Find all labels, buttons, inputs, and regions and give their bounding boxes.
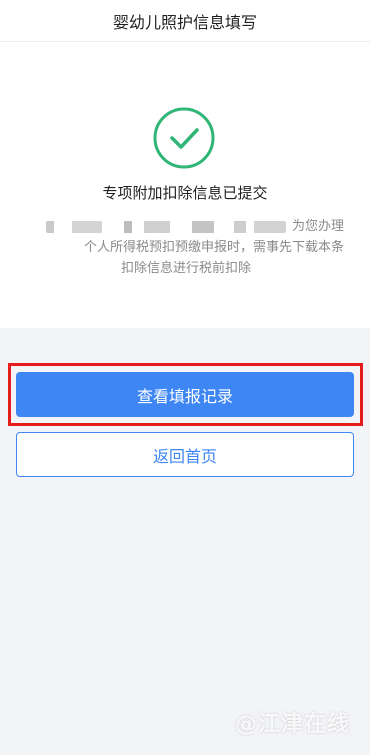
header: 婴幼儿照护信息填写 <box>0 0 370 42</box>
description-line-2: 个人所得税预扣预缴申报时，需事先下载本条 <box>83 240 344 255</box>
watermark: @江津在线 <box>234 712 350 737</box>
description-line-3: 扣除信息进行税前扣除 <box>120 261 251 276</box>
result-title: 专项附加扣除信息已提交 <box>102 184 268 202</box>
blurred-name-redaction <box>45 220 286 233</box>
check-circle-icon <box>153 107 215 169</box>
description-line-1: 为您办理 <box>28 216 344 237</box>
result-card: 专项附加扣除信息已提交 为您办理 个人所得税预扣预缴申报时，需事先下载本条 扣除… <box>0 42 370 328</box>
view-records-button[interactable]: 查看填报记录 <box>16 372 354 417</box>
result-description: 为您办理 个人所得税预扣预缴申报时，需事先下载本条 扣除信息进行税前扣除 <box>28 216 344 279</box>
back-home-button[interactable]: 返回首页 <box>16 432 354 477</box>
page-title: 婴幼儿照护信息填写 <box>112 12 257 32</box>
